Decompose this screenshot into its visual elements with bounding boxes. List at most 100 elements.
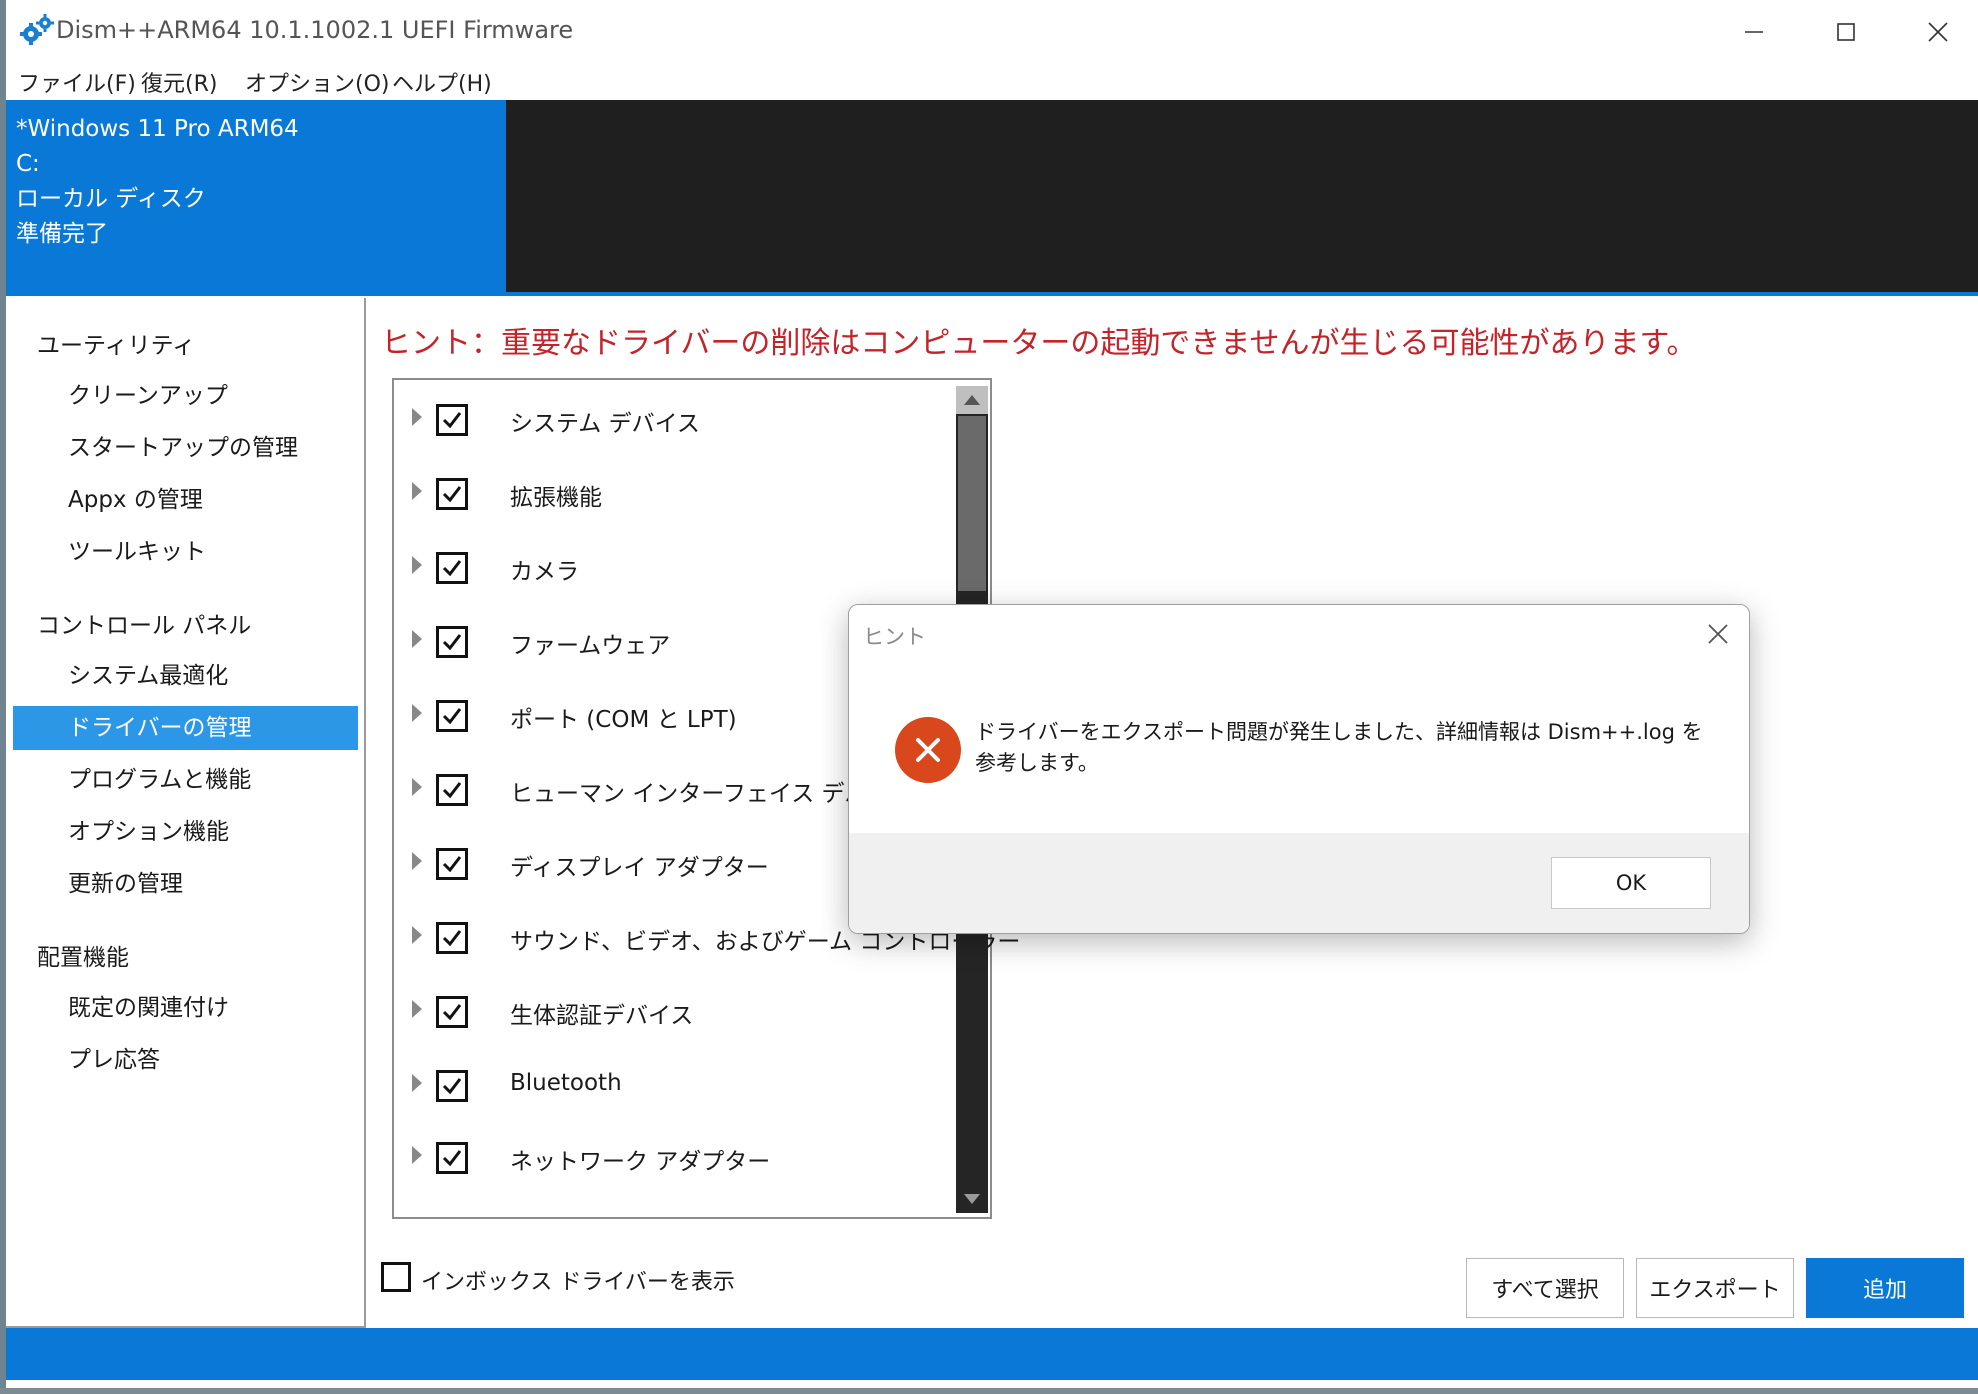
driver-label: システム デバイス (510, 411, 700, 437)
checkmark-icon (442, 708, 462, 725)
driver-row[interactable]: Bluetooth (394, 1056, 954, 1116)
sidebar: ユーティリティ クリーンアップ スタートアップの管理 Appx の管理 ツールキ… (6, 298, 366, 1328)
expand-arrow-icon[interactable] (412, 1146, 422, 1164)
sidebar-item-optimize[interactable]: システム最適化 (13, 654, 358, 698)
driver-checkbox[interactable] (436, 404, 468, 436)
sidebar-heading-utilities: ユーティリティ (37, 333, 196, 359)
sidebar-item-programs[interactable]: プログラムと機能 (13, 758, 358, 802)
menu-help[interactable]: ヘルプ(H) (392, 66, 492, 98)
error-icon (895, 717, 961, 783)
checkmark-icon (442, 930, 462, 947)
driver-checkbox[interactable] (436, 996, 468, 1028)
triangle-down-icon (964, 1194, 980, 1204)
driver-checkbox[interactable] (436, 774, 468, 806)
menu-file[interactable]: ファイル(F) (18, 66, 136, 98)
error-dialog: ヒント ドライバーをエクスポート問題が発生しました、詳細情報は Dism++.l… (848, 604, 1750, 934)
driver-checkbox[interactable] (436, 1142, 468, 1174)
menu-bar: ファイル(F) 復元(R) オプション(O) ヘルプ(H) (6, 62, 1978, 100)
driver-checkbox[interactable] (436, 922, 468, 954)
expand-arrow-icon[interactable] (412, 1074, 422, 1092)
checkmark-icon (442, 1150, 462, 1167)
sidebar-heading-deployment: 配置機能 (37, 945, 129, 971)
driver-checkbox[interactable] (436, 700, 468, 732)
checkmark-icon (442, 486, 462, 503)
image-header: *Windows 11 Pro ARM64 C: ローカル ディスク 準備完了 (6, 100, 1978, 296)
driver-label: 生体認証デバイス (510, 1003, 694, 1029)
triangle-up-icon (964, 395, 980, 405)
expand-arrow-icon[interactable] (412, 704, 422, 722)
expand-arrow-icon[interactable] (412, 926, 422, 944)
dialog-close-button[interactable] (1701, 617, 1735, 651)
image-name: *Windows 11 Pro ARM64 (16, 116, 299, 142)
image-type: ローカル ディスク (16, 186, 206, 212)
expand-arrow-icon[interactable] (412, 482, 422, 500)
driver-row[interactable]: ネットワーク アダプター (394, 1128, 954, 1188)
minimize-button[interactable] (1708, 0, 1800, 64)
image-drive: C: (16, 151, 40, 177)
driver-checkbox[interactable] (436, 848, 468, 880)
image-status: 準備完了 (16, 221, 108, 247)
checkmark-icon (442, 1078, 462, 1095)
driver-checkbox[interactable] (436, 626, 468, 658)
window-title: Dism++ARM64 10.1.1002.1 UEFI Firmware (56, 16, 574, 44)
app-window: Dism++ARM64 10.1.1002.1 UEFI Firmware ファ… (0, 0, 1978, 1388)
driver-row[interactable]: 拡張機能 (394, 464, 954, 524)
show-inbox-label: インボックス ドライバーを表示 (421, 1270, 735, 1295)
expand-arrow-icon[interactable] (412, 1000, 422, 1018)
driver-row[interactable]: システム デバイス (394, 390, 954, 450)
select-all-button[interactable]: すべて選択 (1466, 1258, 1624, 1318)
expand-arrow-icon[interactable] (412, 556, 422, 574)
checkmark-icon (442, 560, 462, 577)
driver-label: カメラ (510, 559, 579, 585)
header-accent-line (506, 292, 1978, 296)
driver-label: Bluetooth (510, 1070, 622, 1096)
sidebar-item-pre-answer[interactable]: プレ応答 (13, 1038, 358, 1082)
minimize-icon (1745, 31, 1763, 33)
driver-checkbox[interactable] (436, 478, 468, 510)
close-icon (1708, 624, 1728, 644)
sidebar-item-updates[interactable]: 更新の管理 (13, 862, 358, 906)
sidebar-item-drivers[interactable]: ドライバーの管理 (13, 706, 358, 750)
image-card[interactable]: *Windows 11 Pro ARM64 C: ローカル ディスク 準備完了 (6, 100, 506, 296)
close-icon (1928, 22, 1948, 42)
sidebar-item-toolkit[interactable]: ツールキット (13, 530, 358, 574)
driver-label: 拡張機能 (510, 485, 602, 511)
dialog-title: ヒント (863, 625, 926, 649)
menu-options[interactable]: オプション(O) (245, 66, 389, 98)
maximize-button[interactable] (1800, 0, 1892, 64)
sidebar-item-default-associations[interactable]: 既定の関連付け (13, 986, 358, 1030)
sidebar-heading-control-panel: コントロール パネル (37, 613, 252, 639)
checkmark-icon (442, 856, 462, 873)
driver-row[interactable]: カメラ (394, 538, 954, 598)
expand-arrow-icon[interactable] (412, 408, 422, 426)
expand-arrow-icon[interactable] (412, 630, 422, 648)
show-inbox-checkbox[interactable] (381, 1262, 411, 1292)
dialog-footer: OK (849, 833, 1749, 933)
driver-checkbox[interactable] (436, 1070, 468, 1102)
title-bar: Dism++ARM64 10.1.1002.1 UEFI Firmware (6, 0, 1978, 64)
scroll-thumb[interactable] (958, 416, 986, 591)
sidebar-item-startup[interactable]: スタートアップの管理 (13, 426, 358, 470)
driver-checkbox[interactable] (436, 552, 468, 584)
status-bar (6, 1328, 1978, 1380)
export-button[interactable]: エクスポート (1636, 1258, 1794, 1318)
scroll-up-button[interactable] (956, 386, 988, 414)
scroll-down-button[interactable] (956, 1185, 988, 1213)
sidebar-item-appx[interactable]: Appx の管理 (13, 478, 358, 522)
close-window-button[interactable] (1892, 0, 1978, 64)
checkmark-icon (442, 412, 462, 429)
maximize-icon (1837, 23, 1855, 41)
checkmark-icon (442, 782, 462, 799)
driver-row[interactable]: 生体認証デバイス (394, 982, 954, 1042)
driver-label: ポート (COM と LPT) (510, 707, 737, 733)
ok-button[interactable]: OK (1551, 857, 1711, 909)
sidebar-item-optional-features[interactable]: オプション機能 (13, 810, 358, 854)
sidebar-item-cleanup[interactable]: クリーンアップ (13, 374, 358, 418)
expand-arrow-icon[interactable] (412, 852, 422, 870)
menu-restore[interactable]: 復元(R) (141, 66, 217, 98)
driver-label: ディスプレイ アダプター (510, 855, 769, 881)
expand-arrow-icon[interactable] (412, 778, 422, 796)
checkmark-icon (442, 634, 462, 651)
add-button[interactable]: 追加 (1806, 1258, 1964, 1318)
driver-label: ネットワーク アダプター (510, 1149, 771, 1175)
